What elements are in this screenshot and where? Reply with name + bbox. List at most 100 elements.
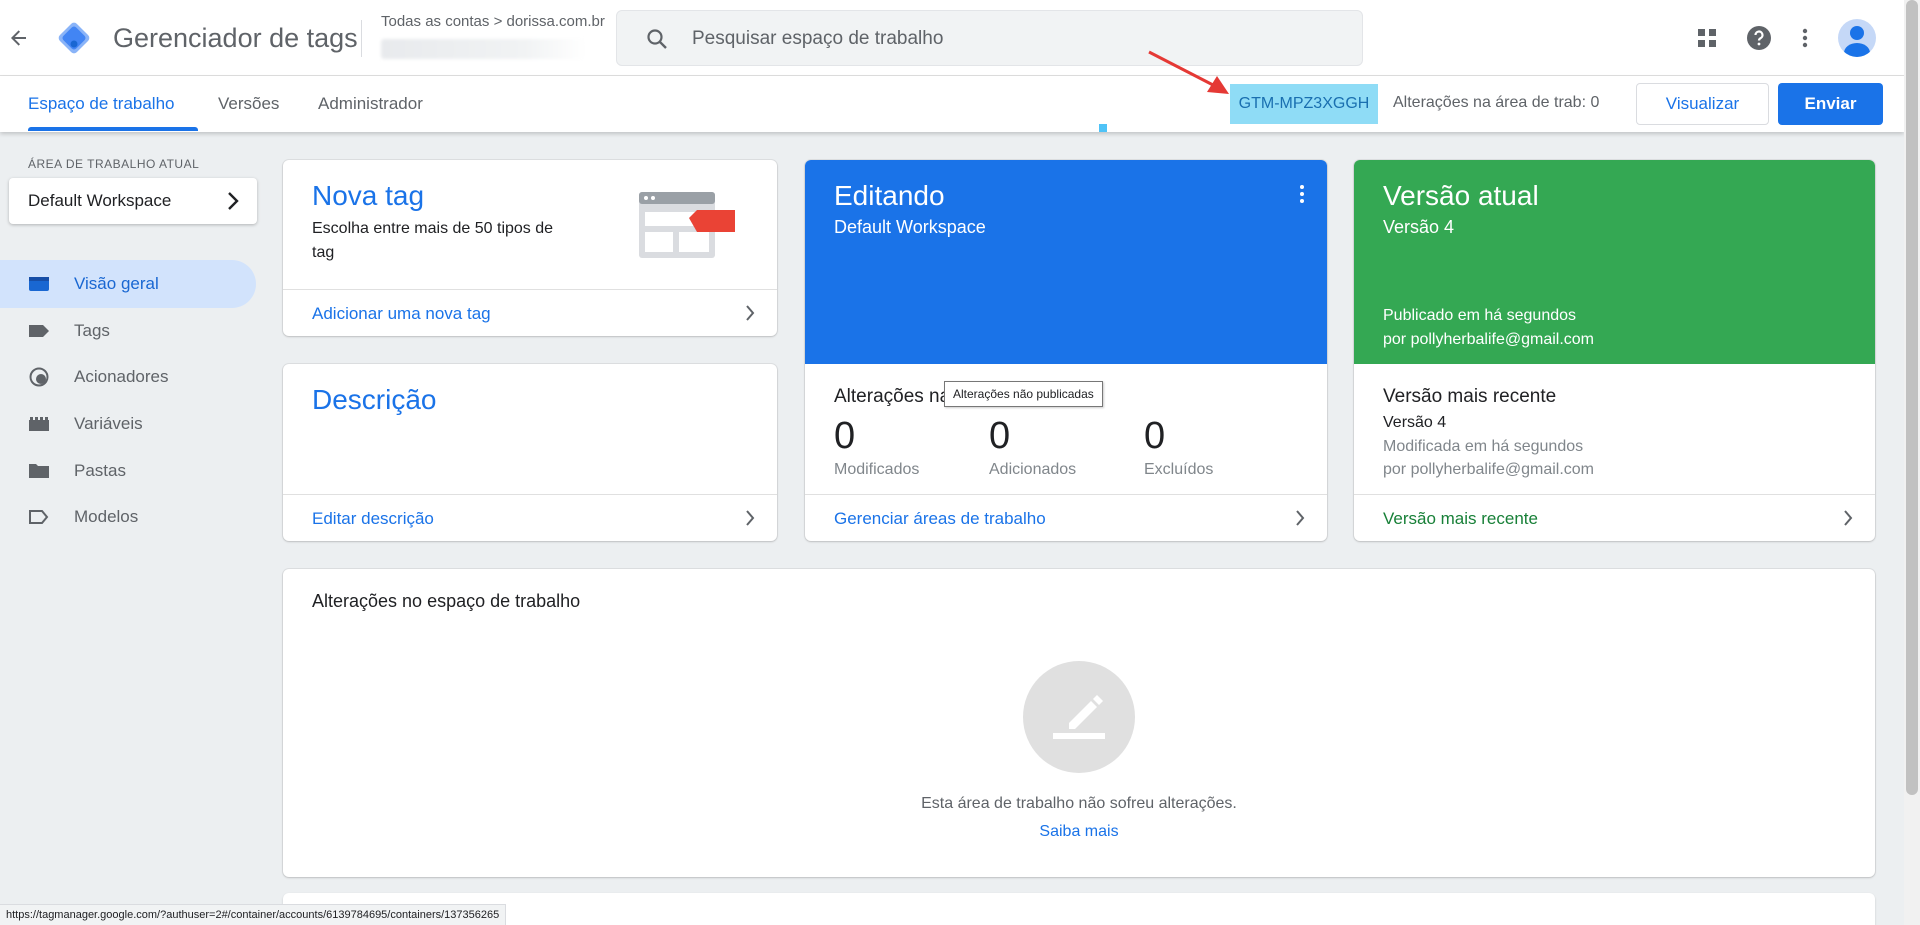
scrollbar-thumb[interactable] <box>1906 0 1918 795</box>
variable-icon <box>29 417 49 431</box>
unpublished-changes-tooltip: Alterações não publicadas <box>944 381 1103 407</box>
sidebar-item-variables[interactable]: Variáveis <box>0 400 256 448</box>
search-input[interactable]: Pesquisar espaço de trabalho <box>616 10 1363 66</box>
learn-more-link[interactable]: Saiba mais <box>283 823 1875 841</box>
tag-illustration-icon <box>639 192 735 258</box>
chevron-right-icon <box>228 192 239 210</box>
workspace-changes-title: Alterações no espaço de trabalho <box>312 591 581 611</box>
preview-button[interactable]: Visualizar <box>1636 83 1769 125</box>
tab-versions[interactable]: Versões <box>218 94 279 114</box>
sidebar-item-label: Visão geral <box>74 274 159 293</box>
title-divider <box>361 20 362 57</box>
sidebar-item-label: Modelos <box>74 507 139 526</box>
latest-version-modified: Modificada em há segundos <box>1383 438 1584 455</box>
sidebar-item-label: Variáveis <box>74 414 143 433</box>
deleted-count: 0 <box>1144 415 1166 457</box>
add-tag-row[interactable]: Adicionar uma nova tag <box>283 289 777 336</box>
tab-workspace[interactable]: Espaço de trabalho <box>28 94 175 114</box>
more-vert-icon[interactable] <box>1299 184 1305 204</box>
workspace-changes-card: Alterações no espaço de trabalho Esta ár… <box>283 569 1875 877</box>
chevron-right-icon <box>746 510 755 526</box>
help-icon[interactable] <box>1746 25 1772 51</box>
back-arrow-icon[interactable] <box>6 22 32 54</box>
tab-admin[interactable]: Administrador <box>318 94 423 114</box>
sidebar-item-label: Acionadores <box>74 367 169 386</box>
description-card: Descrição Editar descrição <box>283 364 777 541</box>
sidebar-item-label: Pastas <box>74 461 126 480</box>
latest-version-row[interactable]: Versão mais recente <box>1354 494 1875 541</box>
manage-workspaces-link[interactable]: Gerenciar áreas de trabalho <box>834 509 1046 529</box>
submit-button[interactable]: Enviar <box>1778 83 1883 125</box>
account-avatar[interactable] <box>1838 19 1876 57</box>
status-bar-url: https://tagmanager.google.com/?authuser=… <box>0 904 507 925</box>
edit-pencil-icon <box>1053 695 1105 739</box>
empty-state-text: Esta área de trabalho não sofreu alteraç… <box>921 795 1237 812</box>
new-tag-card: Nova tag Escolha entre mais de 50 tipos … <box>283 160 777 336</box>
tag-manager-logo-icon <box>56 20 92 56</box>
deleted-label: Excluídos <box>1144 461 1214 478</box>
new-tag-title[interactable]: Nova tag <box>312 180 424 212</box>
trigger-icon <box>29 367 49 387</box>
modified-count: 0 <box>834 415 856 457</box>
unpublished-changes-label: Alterações na <box>834 386 951 407</box>
chevron-right-icon <box>746 305 755 321</box>
overview-icon <box>29 277 49 291</box>
apps-grid-icon[interactable] <box>1695 26 1719 50</box>
folder-icon <box>29 464 49 478</box>
added-label: Adicionados <box>989 461 1077 478</box>
template-icon <box>29 510 49 524</box>
add-new-tag-link[interactable]: Adicionar uma nova tag <box>312 304 491 324</box>
container-id-badge[interactable]: GTM-MPZ3XGGH <box>1230 84 1378 124</box>
active-tab-indicator <box>28 127 198 131</box>
container-name-blurred[interactable] <box>381 39 586 59</box>
current-version-header: Versão atual Versão 4 Publicado em há se… <box>1354 160 1875 364</box>
chevron-right-icon <box>1844 510 1853 526</box>
editing-title: Editando <box>834 180 945 211</box>
edit-description-link[interactable]: Editar descrição <box>312 509 434 529</box>
published-time: Publicado em há segundos <box>1383 307 1577 324</box>
sidebar-item-triggers[interactable]: Acionadores <box>0 353 256 401</box>
sidebar-item-folders[interactable]: Pastas <box>0 447 256 495</box>
added-count: 0 <box>989 415 1011 457</box>
latest-version-link[interactable]: Versão mais recente <box>1383 509 1538 529</box>
workspace-nav-bar: Espaço de trabalho Versões Administrador… <box>0 76 1904 132</box>
modified-stat[interactable]: 0 Modificados <box>834 413 919 479</box>
tag-icon <box>29 325 49 337</box>
new-tag-description: Escolha entre mais de 50 tipos de tag <box>312 220 554 261</box>
published-by: por pollyherbalife@gmail.com <box>1383 331 1594 348</box>
edit-description-row[interactable]: Editar descrição <box>283 494 777 541</box>
manage-workspaces-row[interactable]: Gerenciar áreas de trabalho <box>805 494 1327 541</box>
editing-workspace-name: Default Workspace <box>834 217 986 237</box>
workspace-changes-count: Alterações na área de trab: 0 <box>1393 94 1600 111</box>
next-card-partial <box>283 893 1875 925</box>
annotation-arrow-icon <box>1148 50 1229 94</box>
latest-version-number: Versão 4 <box>1383 414 1447 431</box>
sidebar-item-templates[interactable]: Modelos <box>0 493 256 541</box>
modified-label: Modificados <box>834 461 920 478</box>
top-app-bar: Gerenciador de tags Todas as contas > do… <box>0 0 1920 76</box>
current-workspace-label: ÁREA DE TRABALHO ATUAL <box>28 157 200 171</box>
sidebar-item-overview[interactable]: Visão geral <box>0 260 256 308</box>
current-version-title: Versão atual <box>1383 180 1539 211</box>
search-placeholder: Pesquisar espaço de trabalho <box>692 28 944 49</box>
sidebar-item-tags[interactable]: Tags <box>0 307 256 355</box>
loading-marker <box>1099 124 1107 132</box>
latest-version-author: por pollyherbalife@gmail.com <box>1383 461 1594 478</box>
sidebar-item-label: Tags <box>74 321 110 340</box>
current-version-card: Versão atual Versão 4 Publicado em há se… <box>1354 160 1875 541</box>
editing-header: Editando Default Workspace <box>805 160 1327 364</box>
deleted-stat[interactable]: 0 Excluídos <box>1144 413 1213 479</box>
account-breadcrumb[interactable]: Todas as contas > dorissa.com.br <box>381 13 605 30</box>
workspace-selector[interactable]: Default Workspace <box>9 178 257 224</box>
chevron-right-icon <box>1296 510 1305 526</box>
latest-version-title: Versão mais recente <box>1383 386 1557 407</box>
workspace-name: Default Workspace <box>28 191 172 210</box>
more-vert-icon[interactable] <box>1795 26 1815 50</box>
editing-card: Editando Default Workspace Alterações na… <box>805 160 1327 541</box>
added-stat[interactable]: 0 Adicionados <box>989 413 1076 479</box>
description-title: Descrição <box>312 384 437 415</box>
current-version-number: Versão 4 <box>1383 217 1455 237</box>
search-icon <box>647 29 667 49</box>
empty-state-illustration <box>1023 661 1135 773</box>
app-title: Gerenciador de tags <box>113 23 358 53</box>
